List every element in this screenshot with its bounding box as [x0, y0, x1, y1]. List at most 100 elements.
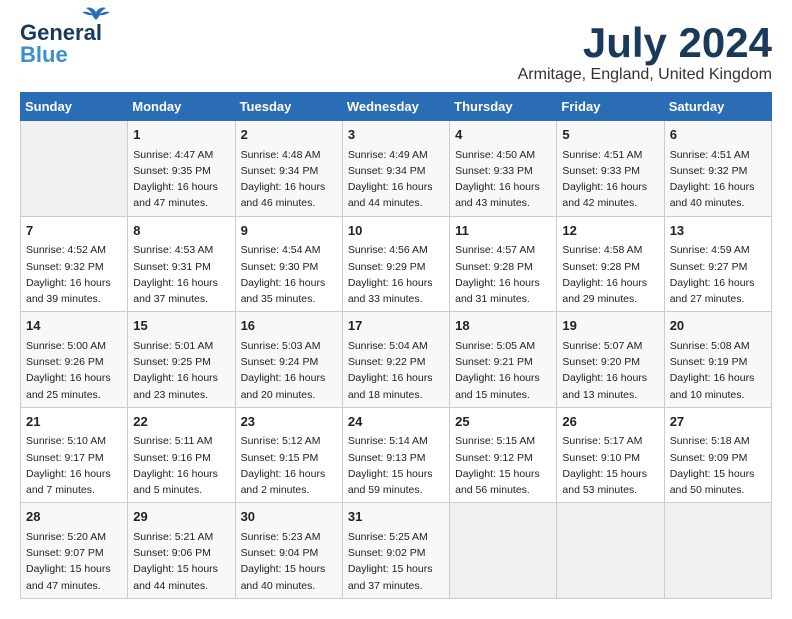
calendar-cell: 21Sunrise: 5:10 AM Sunset: 9:17 PM Dayli… [21, 407, 128, 503]
calendar-cell [21, 121, 128, 217]
calendar-cell: 15Sunrise: 5:01 AM Sunset: 9:25 PM Dayli… [128, 312, 235, 408]
day-info: Sunrise: 4:56 AM Sunset: 9:29 PM Dayligh… [348, 242, 444, 307]
day-number: 8 [133, 221, 229, 241]
calendar-cell: 23Sunrise: 5:12 AM Sunset: 9:15 PM Dayli… [235, 407, 342, 503]
calendar-cell: 16Sunrise: 5:03 AM Sunset: 9:24 PM Dayli… [235, 312, 342, 408]
day-number: 10 [348, 221, 444, 241]
day-info: Sunrise: 5:21 AM Sunset: 9:06 PM Dayligh… [133, 529, 229, 594]
day-number: 16 [241, 316, 337, 336]
day-number: 29 [133, 507, 229, 527]
calendar-cell: 10Sunrise: 4:56 AM Sunset: 9:29 PM Dayli… [342, 216, 449, 312]
calendar-cell [557, 503, 664, 599]
day-number: 20 [670, 316, 766, 336]
day-number: 22 [133, 412, 229, 432]
calendar-cell: 19Sunrise: 5:07 AM Sunset: 9:20 PM Dayli… [557, 312, 664, 408]
day-info: Sunrise: 5:03 AM Sunset: 9:24 PM Dayligh… [241, 338, 337, 403]
day-number: 2 [241, 125, 337, 145]
day-info: Sunrise: 5:14 AM Sunset: 9:13 PM Dayligh… [348, 433, 444, 498]
calendar-cell: 25Sunrise: 5:15 AM Sunset: 9:12 PM Dayli… [450, 407, 557, 503]
day-number: 11 [455, 221, 551, 241]
day-info: Sunrise: 4:57 AM Sunset: 9:28 PM Dayligh… [455, 242, 551, 307]
day-number: 3 [348, 125, 444, 145]
calendar-cell: 9Sunrise: 4:54 AM Sunset: 9:30 PM Daylig… [235, 216, 342, 312]
calendar-cell: 17Sunrise: 5:04 AM Sunset: 9:22 PM Dayli… [342, 312, 449, 408]
day-info: Sunrise: 5:01 AM Sunset: 9:25 PM Dayligh… [133, 338, 229, 403]
calendar-cell: 3Sunrise: 4:49 AM Sunset: 9:34 PM Daylig… [342, 121, 449, 217]
month-title: July 2024 [518, 20, 772, 66]
calendar-cell: 14Sunrise: 5:00 AM Sunset: 9:26 PM Dayli… [21, 312, 128, 408]
day-number: 14 [26, 316, 122, 336]
day-info: Sunrise: 5:12 AM Sunset: 9:15 PM Dayligh… [241, 433, 337, 498]
day-info: Sunrise: 4:51 AM Sunset: 9:32 PM Dayligh… [670, 147, 766, 212]
day-info: Sunrise: 5:20 AM Sunset: 9:07 PM Dayligh… [26, 529, 122, 594]
day-number: 19 [562, 316, 658, 336]
logo-bird-icon [82, 6, 110, 24]
day-info: Sunrise: 4:58 AM Sunset: 9:28 PM Dayligh… [562, 242, 658, 307]
day-number: 27 [670, 412, 766, 432]
day-number: 24 [348, 412, 444, 432]
day-number: 4 [455, 125, 551, 145]
day-header-tuesday: Tuesday [235, 93, 342, 121]
location: Armitage, England, United Kingdom [518, 66, 772, 84]
calendar-cell: 20Sunrise: 5:08 AM Sunset: 9:19 PM Dayli… [664, 312, 771, 408]
day-info: Sunrise: 4:54 AM Sunset: 9:30 PM Dayligh… [241, 242, 337, 307]
calendar-cell: 8Sunrise: 4:53 AM Sunset: 9:31 PM Daylig… [128, 216, 235, 312]
day-info: Sunrise: 5:25 AM Sunset: 9:02 PM Dayligh… [348, 529, 444, 594]
logo: General Blue [20, 20, 102, 68]
day-info: Sunrise: 5:15 AM Sunset: 9:12 PM Dayligh… [455, 433, 551, 498]
day-info: Sunrise: 4:53 AM Sunset: 9:31 PM Dayligh… [133, 242, 229, 307]
day-number: 30 [241, 507, 337, 527]
day-info: Sunrise: 5:00 AM Sunset: 9:26 PM Dayligh… [26, 338, 122, 403]
day-number: 5 [562, 125, 658, 145]
calendar-cell: 27Sunrise: 5:18 AM Sunset: 9:09 PM Dayli… [664, 407, 771, 503]
title-block: July 2024 Armitage, England, United King… [518, 20, 772, 84]
day-number: 31 [348, 507, 444, 527]
calendar-cell [664, 503, 771, 599]
day-info: Sunrise: 4:51 AM Sunset: 9:33 PM Dayligh… [562, 147, 658, 212]
day-number: 28 [26, 507, 122, 527]
day-number: 12 [562, 221, 658, 241]
day-info: Sunrise: 4:47 AM Sunset: 9:35 PM Dayligh… [133, 147, 229, 212]
week-row-2: 7Sunrise: 4:52 AM Sunset: 9:32 PM Daylig… [21, 216, 772, 312]
day-header-thursday: Thursday [450, 93, 557, 121]
days-header-row: SundayMondayTuesdayWednesdayThursdayFrid… [21, 93, 772, 121]
day-number: 17 [348, 316, 444, 336]
day-info: Sunrise: 5:23 AM Sunset: 9:04 PM Dayligh… [241, 529, 337, 594]
week-row-5: 28Sunrise: 5:20 AM Sunset: 9:07 PM Dayli… [21, 503, 772, 599]
calendar-cell: 13Sunrise: 4:59 AM Sunset: 9:27 PM Dayli… [664, 216, 771, 312]
day-info: Sunrise: 4:52 AM Sunset: 9:32 PM Dayligh… [26, 242, 122, 307]
calendar-cell: 22Sunrise: 5:11 AM Sunset: 9:16 PM Dayli… [128, 407, 235, 503]
day-info: Sunrise: 5:05 AM Sunset: 9:21 PM Dayligh… [455, 338, 551, 403]
calendar-cell: 29Sunrise: 5:21 AM Sunset: 9:06 PM Dayli… [128, 503, 235, 599]
day-info: Sunrise: 5:10 AM Sunset: 9:17 PM Dayligh… [26, 433, 122, 498]
day-info: Sunrise: 5:17 AM Sunset: 9:10 PM Dayligh… [562, 433, 658, 498]
calendar-cell: 30Sunrise: 5:23 AM Sunset: 9:04 PM Dayli… [235, 503, 342, 599]
day-info: Sunrise: 5:04 AM Sunset: 9:22 PM Dayligh… [348, 338, 444, 403]
calendar-cell: 31Sunrise: 5:25 AM Sunset: 9:02 PM Dayli… [342, 503, 449, 599]
calendar-cell [450, 503, 557, 599]
calendar-cell: 4Sunrise: 4:50 AM Sunset: 9:33 PM Daylig… [450, 121, 557, 217]
calendar-cell: 24Sunrise: 5:14 AM Sunset: 9:13 PM Dayli… [342, 407, 449, 503]
day-number: 7 [26, 221, 122, 241]
day-info: Sunrise: 4:49 AM Sunset: 9:34 PM Dayligh… [348, 147, 444, 212]
calendar-cell: 11Sunrise: 4:57 AM Sunset: 9:28 PM Dayli… [450, 216, 557, 312]
day-info: Sunrise: 5:18 AM Sunset: 9:09 PM Dayligh… [670, 433, 766, 498]
day-number: 15 [133, 316, 229, 336]
day-header-wednesday: Wednesday [342, 93, 449, 121]
week-row-1: 1Sunrise: 4:47 AM Sunset: 9:35 PM Daylig… [21, 121, 772, 217]
calendar-cell: 26Sunrise: 5:17 AM Sunset: 9:10 PM Dayli… [557, 407, 664, 503]
day-number: 1 [133, 125, 229, 145]
day-header-friday: Friday [557, 93, 664, 121]
day-header-monday: Monday [128, 93, 235, 121]
day-number: 23 [241, 412, 337, 432]
day-number: 13 [670, 221, 766, 241]
day-info: Sunrise: 4:48 AM Sunset: 9:34 PM Dayligh… [241, 147, 337, 212]
week-row-4: 21Sunrise: 5:10 AM Sunset: 9:17 PM Dayli… [21, 407, 772, 503]
day-number: 25 [455, 412, 551, 432]
calendar-cell: 12Sunrise: 4:58 AM Sunset: 9:28 PM Dayli… [557, 216, 664, 312]
page-header: General Blue July 2024 Armitage, England… [20, 20, 772, 84]
calendar-cell: 7Sunrise: 4:52 AM Sunset: 9:32 PM Daylig… [21, 216, 128, 312]
day-header-sunday: Sunday [21, 93, 128, 121]
day-number: 9 [241, 221, 337, 241]
day-info: Sunrise: 4:59 AM Sunset: 9:27 PM Dayligh… [670, 242, 766, 307]
